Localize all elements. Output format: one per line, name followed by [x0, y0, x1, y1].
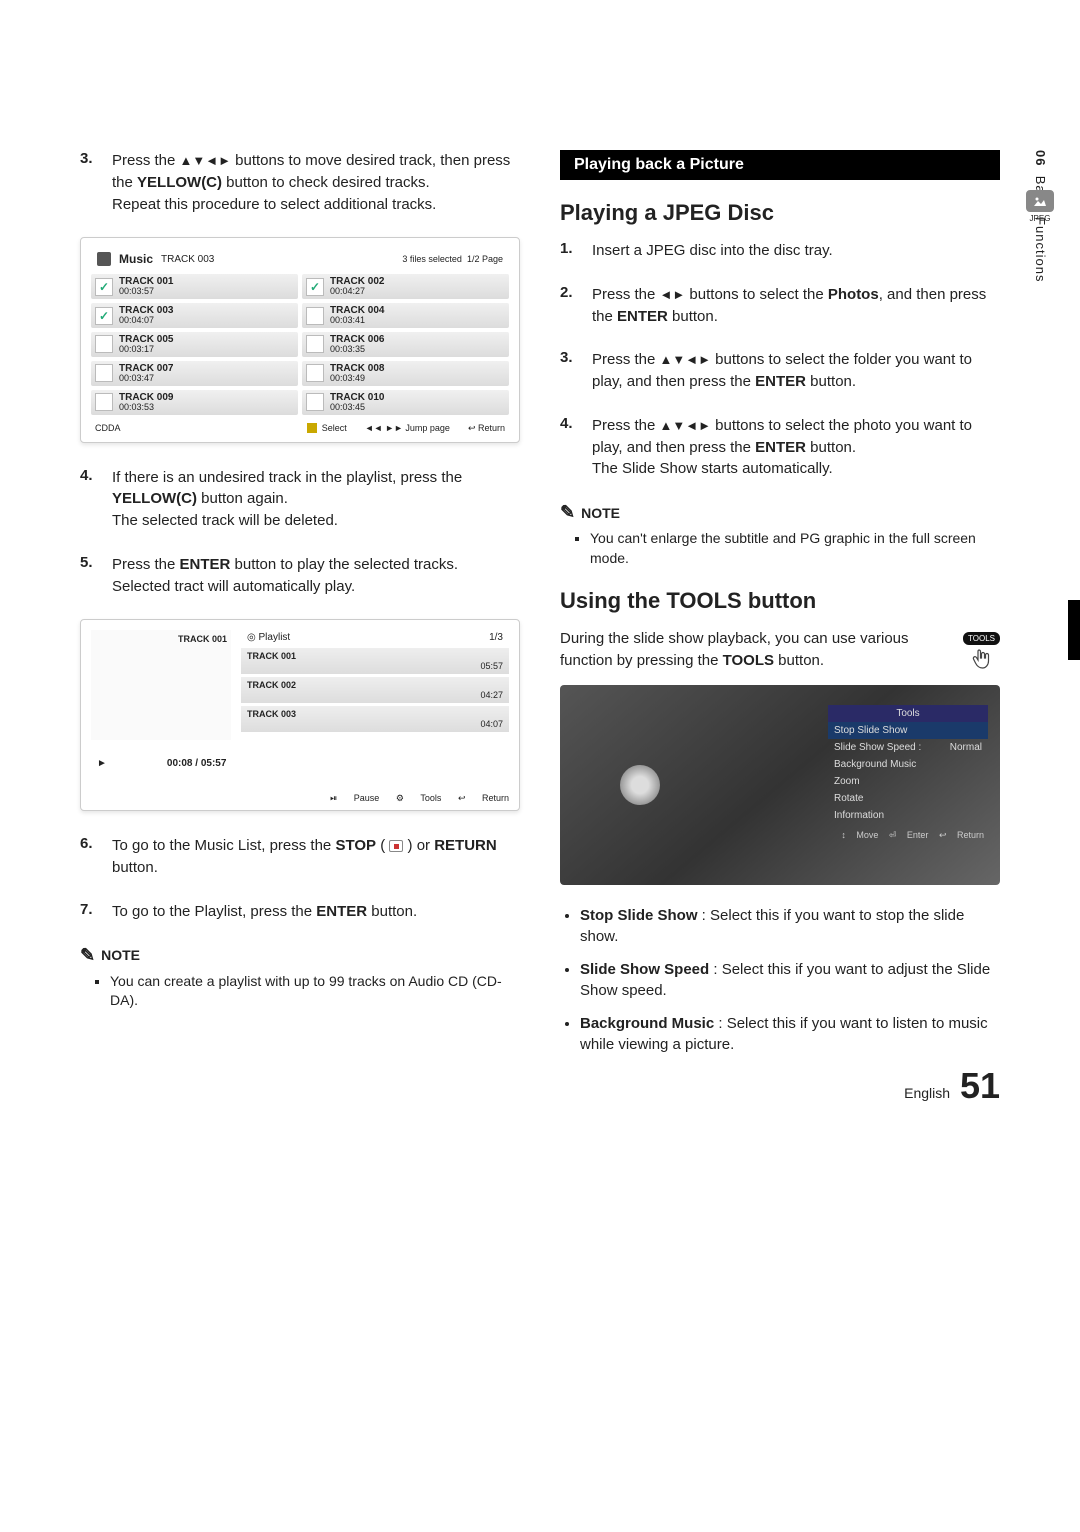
step-4-num: 4. [80, 467, 112, 532]
section-title: Playing back a Picture [560, 150, 1000, 180]
jpeg-step-2: Press the ◄► buttons to select the Photo… [592, 284, 1000, 328]
note-icon: ✎ [80, 945, 95, 966]
step-7-text: To go to the Playlist, press the ENTER b… [112, 901, 520, 923]
music-list-screen: Music TRACK 003 3 files selected 1/2 Pag… [80, 237, 520, 442]
heading-tools-button: Using the TOOLS button [560, 588, 1000, 614]
tools-menu-screen: Tools Stop Slide ShowSlide Show Speed :N… [560, 685, 1000, 885]
playlist-row: TRACK 00204:27 [241, 677, 509, 703]
check-icon [306, 393, 324, 411]
tools-paragraph: During the slide show playback, you can … [560, 628, 953, 672]
tools-menu-item: Slide Show Speed :Normal [828, 739, 988, 756]
play-icon: ► [97, 758, 107, 769]
track-item: ✓TRACK 00100:03:57 [91, 274, 298, 299]
track-item: TRACK 00500:03:17 [91, 332, 298, 357]
tools-menu-item: Zoom [828, 773, 988, 790]
track-item: TRACK 00400:03:41 [302, 303, 509, 328]
jpeg-step-3: Press the ▲▼◄► buttons to select the fol… [592, 349, 1000, 393]
check-icon [95, 393, 113, 411]
check-icon: ✓ [306, 278, 324, 296]
note-item: You can't enlarge the subtitle and PG gr… [590, 529, 1000, 568]
jpeg-step-1: Insert a JPEG disc into the disc tray. [592, 240, 1000, 262]
check-icon [306, 335, 324, 353]
note-item: You can create a playlist with up to 99 … [110, 972, 520, 1011]
bullet-item: Stop Slide Show : Select this if you wan… [580, 905, 1000, 947]
playlist-row: TRACK 00105:57 [241, 648, 509, 674]
step-6-num: 6. [80, 835, 112, 879]
section-marker [1068, 600, 1080, 660]
c-button-icon [307, 423, 317, 433]
arrow-udlr-icon: ▲▼◄► [660, 352, 711, 367]
tools-menu-item: Rotate [828, 790, 988, 807]
picture-icon [1026, 190, 1054, 212]
step-5-num: 5. [80, 554, 112, 598]
note-heading: ✎NOTE [80, 945, 520, 966]
heading-jpeg-disc: Playing a JPEG Disc [560, 200, 1000, 226]
track-item: TRACK 00600:03:35 [302, 332, 509, 357]
note-icon: ✎ [560, 502, 575, 523]
check-icon [95, 335, 113, 353]
right-column: Playing back a Picture Playing a JPEG Di… [560, 150, 1000, 1067]
check-icon [95, 364, 113, 382]
track-item: ✓TRACK 00300:04:07 [91, 303, 298, 328]
playback-screen: TRACK 001 ◎ Playlist1/3 TRACK 00105:57TR… [80, 619, 520, 811]
bullet-item: Slide Show Speed : Select this if you wa… [580, 959, 1000, 1001]
music-icon [97, 252, 111, 266]
left-column: 3. Press the ▲▼◄► buttons to move desire… [80, 150, 520, 1067]
album-art: TRACK 001 [91, 630, 231, 740]
jpeg-badge: JPEG [1026, 190, 1054, 223]
flower-image [620, 765, 660, 805]
step-4-text: If there is an undesired track in the pl… [112, 467, 520, 532]
track-item: TRACK 00800:03:49 [302, 361, 509, 386]
bullet-item: Background Music : Select this if you wa… [580, 1013, 1000, 1055]
arrow-udlr-icon: ▲▼◄► [660, 418, 711, 433]
jpeg-step-4: Press the ▲▼◄► buttons to select the pho… [592, 415, 1000, 480]
check-icon: ✓ [95, 278, 113, 296]
check-icon [306, 307, 324, 325]
tools-menu-item: Background Music [828, 756, 988, 773]
arrow-lr-icon: ◄► [660, 287, 686, 302]
step-3-text: Press the ▲▼◄► buttons to move desired t… [112, 150, 520, 215]
note-heading: ✎NOTE [560, 502, 1000, 523]
track-item: TRACK 00700:03:47 [91, 361, 298, 386]
track-item: TRACK 01000:03:45 [302, 390, 509, 415]
stop-icon [389, 840, 403, 852]
step-3-num: 3. [80, 150, 112, 215]
track-item: ✓TRACK 00200:04:27 [302, 274, 509, 299]
track-item: TRACK 00900:03:53 [91, 390, 298, 415]
check-icon [306, 364, 324, 382]
page-footer: English 51 [904, 1065, 1000, 1107]
tools-menu-item: Stop Slide Show [828, 722, 988, 739]
tools-button-icon: TOOLS [963, 628, 1000, 675]
arrow-udlr-icon: ▲▼◄► [180, 153, 231, 168]
step-6-text: To go to the Music List, press the STOP … [112, 835, 520, 879]
check-icon: ✓ [95, 307, 113, 325]
step-5-text: Press the ENTER button to play the selec… [112, 554, 520, 598]
hand-pointer-icon [970, 647, 994, 671]
tools-menu-item: Information [828, 807, 988, 824]
playlist-row: TRACK 00304:07 [241, 706, 509, 732]
tools-menu-title: Tools [828, 705, 988, 722]
step-7-num: 7. [80, 901, 112, 923]
